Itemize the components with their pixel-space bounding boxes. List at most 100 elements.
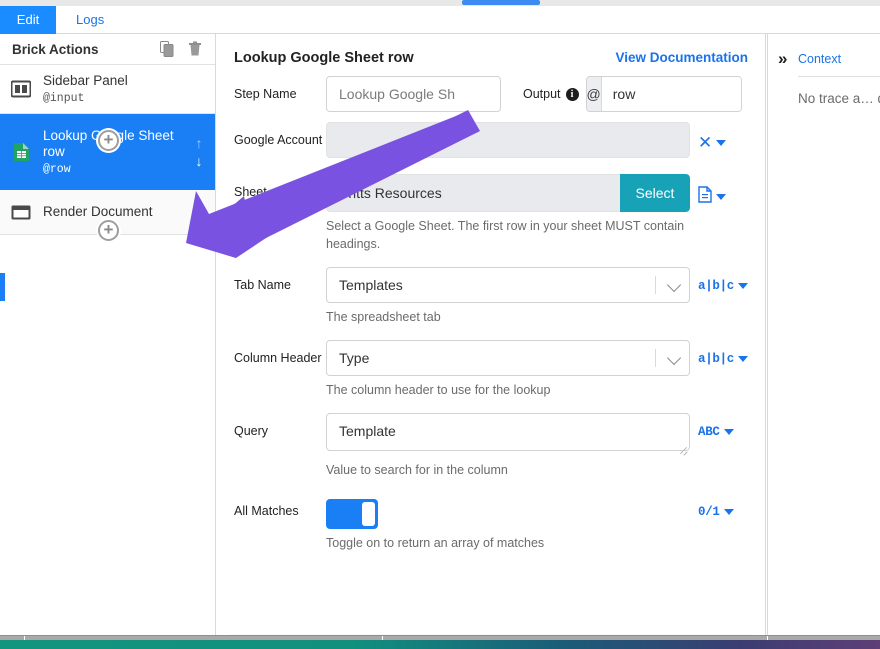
field-row-all-matches: All Matches Toggle on to return an array… (234, 493, 748, 564)
tab-name-select-wrap (326, 267, 690, 303)
step-name-row: Step Name Output i @ (217, 66, 765, 112)
selected-step-marker (0, 273, 5, 301)
chevron-down-icon[interactable] (723, 509, 734, 515)
panel-header: Lookup Google Sheet row View Documentati… (217, 34, 765, 66)
chevron-down-icon[interactable] (723, 429, 734, 435)
step-reorder-arrows: ↑ ↓ (189, 196, 209, 228)
field-control-tab-name: The spreadsheet tab (326, 267, 690, 338)
sidebar-step-label: Render Document (43, 204, 153, 219)
google-account-adornment[interactable]: ✕ (690, 122, 748, 151)
field-row-tab-name: Tab Name The spreadsheet tab a|b|c (234, 267, 749, 338)
divider (655, 349, 656, 367)
field-label-column-header: Column Header (234, 351, 322, 365)
sheet-value[interactable]: Britts Resources (326, 174, 620, 212)
top-scroll-thumb[interactable] (462, 0, 540, 5)
move-up-icon[interactable]: ↑ (196, 196, 203, 210)
google-sheets-icon (10, 141, 32, 163)
output-name-input[interactable] (601, 77, 741, 111)
info-icon[interactable]: i (565, 87, 579, 101)
output-label-group: Output i (523, 87, 579, 101)
field-row-google-account: Google Account ✕ (234, 122, 748, 158)
toggle-knob (362, 502, 375, 526)
view-documentation-link[interactable]: View Documentation (615, 50, 748, 65)
tab-name-input[interactable] (326, 267, 690, 303)
boolean-type-icon[interactable]: 0/1 (698, 505, 720, 519)
add-step-button-1[interactable]: + (98, 130, 119, 151)
divider (655, 276, 656, 294)
sheet-adornment[interactable] (690, 174, 748, 208)
field-label-all-matches: All Matches (234, 504, 299, 518)
add-step-button-2[interactable]: + (98, 220, 119, 241)
doc-icon[interactable] (698, 186, 712, 208)
config-form: Google Account ✕ Sheet Britts Resources … (217, 112, 765, 564)
trash-icon[interactable] (185, 39, 205, 59)
step-config-panel: Lookup Google Sheet row View Documentati… (217, 34, 766, 635)
clear-icon[interactable]: ✕ (698, 134, 712, 151)
column-header-input[interactable] (326, 340, 690, 376)
field-label-query: Query (234, 424, 269, 438)
column-header-select-wrap (326, 340, 690, 376)
app-window: Edit Logs Brick Actions Sidebar Panel @i… (0, 0, 880, 649)
tab-bar: Edit Logs (0, 6, 880, 34)
chevron-down-icon[interactable] (738, 356, 749, 362)
all-matches-toggle[interactable] (326, 499, 378, 529)
query-adornment[interactable]: ABC (690, 413, 748, 439)
render-document-icon (10, 201, 32, 223)
abc-type-icon[interactable]: a|b|c (698, 352, 734, 366)
page-title: Lookup Google Sheet row (234, 50, 414, 66)
step-body: Sidebar Panel @input (43, 73, 209, 105)
tab-edit[interactable]: Edit (0, 6, 56, 34)
all-matches-adornment[interactable]: 0/1 (690, 493, 748, 519)
move-up-icon[interactable]: ↑ (196, 136, 203, 150)
context-empty-message: No trace a… data (798, 91, 880, 106)
desktop-wallpaper-strip (0, 640, 880, 649)
field-control-query: Template Value to search for in the colu… (326, 413, 690, 491)
step-reorder-arrows: ↑ ↓ (189, 136, 209, 168)
chevron-down-icon[interactable] (716, 194, 726, 200)
at-prefix: @ (586, 77, 602, 111)
field-hint-column-header: The column header to use for the lookup (326, 383, 551, 397)
abc-type-icon[interactable]: a|b|c (698, 279, 734, 293)
chevron-down-icon[interactable] (738, 283, 749, 289)
toggle-wrap (326, 493, 690, 529)
context-panel: » Context No trace a… data (767, 34, 880, 635)
abc-type-icon[interactable]: ABC (698, 425, 720, 439)
sidebar-step-sidebar-panel[interactable]: Sidebar Panel @input (0, 65, 215, 114)
field-hint-query: Value to search for in the column (326, 463, 508, 477)
tab-name-adornment[interactable]: a|b|c (690, 267, 749, 293)
sidebar-step-variable: @row (43, 163, 71, 176)
output-field-group: @ (585, 76, 742, 112)
tab-context[interactable]: Context (798, 52, 841, 66)
add-step-label: + (103, 220, 114, 239)
query-textarea-wrap: Template (326, 413, 690, 456)
step-name-input[interactable] (326, 76, 501, 112)
field-control-column-header: The column header to use for the lookup (326, 340, 690, 411)
sidebar-step-label: Sidebar Panel (43, 73, 128, 88)
move-down-icon[interactable]: ↓ (196, 154, 203, 168)
duplicate-icon[interactable] (157, 39, 177, 59)
add-step-label: + (103, 130, 114, 149)
move-down-icon[interactable]: ↓ (196, 214, 203, 228)
column-header-adornment[interactable]: a|b|c (690, 340, 749, 366)
output-label: Output (523, 87, 561, 101)
field-label-sheet: Sheet (234, 185, 267, 199)
step-name-label: Step Name (234, 87, 297, 101)
field-hint-tab-name: The spreadsheet tab (326, 310, 441, 324)
google-account-input[interactable] (326, 122, 690, 158)
tab-logs[interactable]: Logs (62, 6, 118, 34)
field-label-tab-name: Tab Name (234, 278, 291, 292)
field-control-google-account (326, 122, 690, 158)
step-body: Render Document (43, 204, 185, 220)
field-control-all-matches: Toggle on to return an array of matches (326, 493, 690, 564)
query-input[interactable]: Template (326, 413, 690, 451)
sheet-select-button[interactable]: Select (620, 174, 690, 212)
field-label-google-account: Google Account (234, 133, 323, 147)
sheet-picker-group: Britts Resources Select (326, 174, 690, 212)
sidebar-step-variable: @input (43, 92, 85, 105)
sidebar-step-lookup-google-sheet-row[interactable]: Lookup Google Sheet row @row ↑ ↓ (0, 114, 215, 190)
expand-panel-icon[interactable]: » (778, 50, 787, 67)
field-hint-sheet: Select a Google Sheet. The first row in … (326, 219, 685, 251)
sidebar-panel-icon (10, 78, 32, 100)
chevron-down-icon[interactable] (716, 139, 727, 146)
sidebar-header: Brick Actions (0, 34, 215, 65)
